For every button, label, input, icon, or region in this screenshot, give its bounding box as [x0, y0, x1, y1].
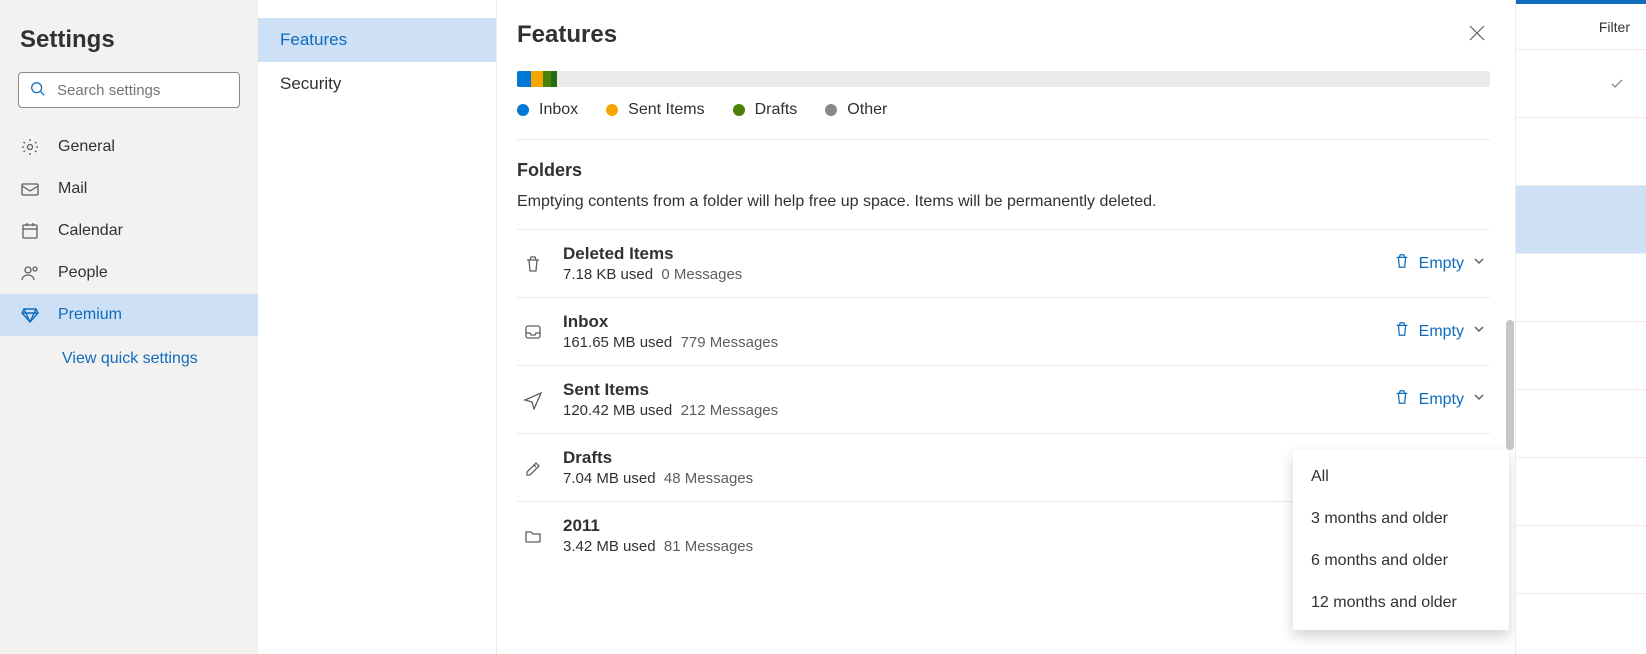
bg-mail-row[interactable] [1516, 50, 1646, 118]
folder-row-inbox: Inbox 161.65 MB used 779 Messages Empty [517, 298, 1490, 366]
folder-row-deleted: Deleted Items 7.18 KB used 0 Messages Em… [517, 230, 1490, 298]
empty-button[interactable]: Empty [1393, 252, 1490, 275]
folder-name: Inbox [563, 312, 1375, 332]
chevron-down-icon [1472, 254, 1486, 273]
folder-name: Sent Items [563, 380, 1375, 400]
dropdown-item-6mo[interactable]: 6 months and older [1293, 540, 1509, 582]
bg-mail-row[interactable] [1516, 322, 1646, 390]
trash-icon [1393, 252, 1411, 275]
sidebar-item-general[interactable]: General [0, 126, 258, 168]
folders-description: Emptying contents from a folder will hel… [517, 193, 1490, 211]
search-input[interactable] [57, 82, 229, 99]
diamond-icon [20, 305, 40, 325]
search-settings[interactable] [18, 72, 240, 108]
bg-mail-row[interactable] [1516, 118, 1646, 186]
sidebar-item-premium[interactable]: Premium [0, 294, 258, 336]
bg-mail-row[interactable] [1516, 526, 1646, 594]
settings-sidebar: Settings General Mail Cal [0, 0, 258, 654]
mail-icon [20, 179, 40, 199]
sidebar-item-label: Premium [58, 306, 122, 324]
sidebar-item-label: Mail [58, 180, 87, 198]
sidebar-item-label: General [58, 138, 115, 156]
storage-legend: Inbox Sent Items Drafts Other [517, 101, 1490, 140]
sidebar-item-mail[interactable]: Mail [0, 168, 258, 210]
bg-mail-row[interactable] [1516, 254, 1646, 322]
sidebar-item-label: Calendar [58, 222, 123, 240]
calendar-icon [20, 221, 40, 241]
bg-mail-row[interactable] [1516, 458, 1646, 526]
folder-row-sent: Sent Items 120.42 MB used 212 Messages E… [517, 366, 1490, 434]
scrollbar[interactable] [1506, 320, 1514, 450]
empty-dropdown-menu: All 3 months and older 6 months and olde… [1293, 450, 1509, 630]
dropdown-item-all[interactable]: All [1293, 456, 1509, 498]
settings-title: Settings [0, 18, 258, 72]
sidebar-item-label: People [58, 264, 108, 282]
filter-button[interactable]: Filter [1599, 19, 1630, 35]
bg-mail-row[interactable] [1516, 186, 1646, 254]
bg-mail-row[interactable] [1516, 390, 1646, 458]
draft-icon [521, 458, 545, 478]
trash-icon [1393, 388, 1411, 411]
legend-other: Other [825, 101, 887, 119]
settings-subnav: Features Security [258, 0, 497, 654]
people-icon [20, 263, 40, 283]
folders-heading: Folders [517, 160, 1490, 181]
send-icon [521, 390, 545, 410]
dropdown-item-12mo[interactable]: 12 months and older [1293, 582, 1509, 624]
legend-sent: Sent Items [606, 101, 704, 119]
legend-inbox: Inbox [517, 101, 578, 119]
dropdown-item-3mo[interactable]: 3 months and older [1293, 498, 1509, 540]
folder-icon [521, 526, 545, 546]
chevron-down-icon [1472, 390, 1486, 409]
trash-icon [1393, 320, 1411, 343]
inbox-icon [521, 322, 545, 342]
check-icon [1610, 77, 1624, 91]
page-title: Features [517, 21, 617, 49]
view-quick-settings-link[interactable]: View quick settings [0, 336, 258, 368]
search-icon [29, 80, 47, 101]
gear-icon [20, 137, 40, 157]
trash-icon [521, 254, 545, 274]
folder-name: Deleted Items [563, 244, 1375, 264]
chevron-down-icon [1472, 322, 1486, 341]
storage-usage-bar [517, 71, 1490, 87]
main-panel: Features Inbox Sent Items Drafts Other F… [497, 0, 1516, 654]
sidebar-item-people[interactable]: People [0, 252, 258, 294]
empty-button[interactable]: Empty [1393, 388, 1490, 411]
sidebar-item-calendar[interactable]: Calendar [0, 210, 258, 252]
subnav-features[interactable]: Features [258, 18, 496, 62]
empty-button[interactable]: Empty [1393, 320, 1490, 343]
background-app-strip: Filter [1516, 0, 1646, 654]
close-button[interactable] [1464, 20, 1490, 49]
legend-drafts: Drafts [733, 101, 798, 119]
subnav-security[interactable]: Security [258, 62, 496, 106]
